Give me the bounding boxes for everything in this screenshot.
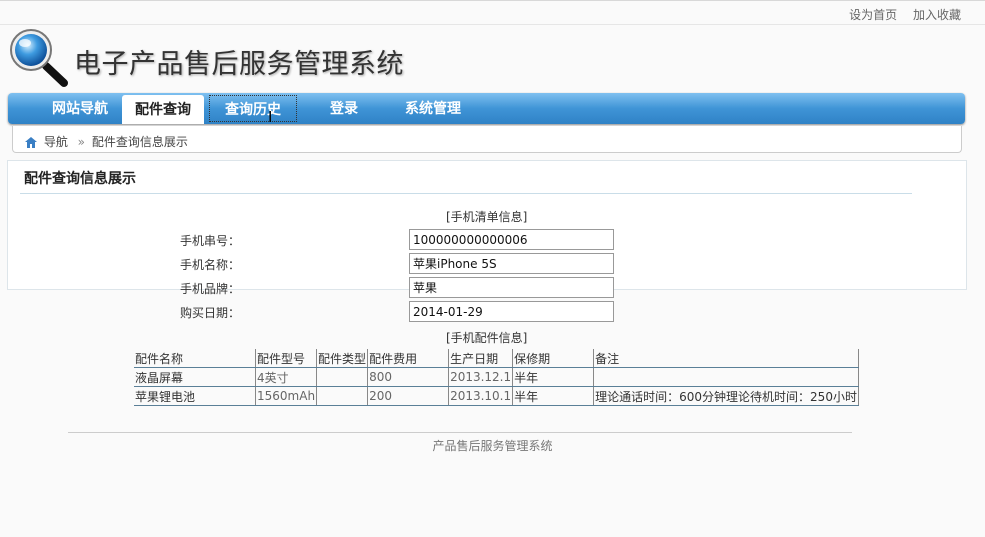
column-header: 备注 [593,349,859,368]
main-nav: 网站导航 配件查询 查询历史 登录 系统管理 [8,93,965,124]
site-title: 电子产品售后服务管理系统 [74,49,404,80]
breadcrumb-separator: » [77,135,86,149]
home-icon[interactable] [25,137,37,151]
table-cell: 半年 [512,386,594,406]
footer-text: 产品售后服务管理系统 [432,439,553,453]
imei-label: 手机串号： [180,234,241,248]
table-cell: 2013.10.1 [448,386,513,406]
nav-parts-query[interactable]: 配件查询 [122,95,204,124]
parts-info-section-title: [手机配件信息] [446,331,528,345]
table-cell: 苹果锂电池 [134,386,256,406]
footer-divider [68,432,852,433]
column-header: 配件型号 [254,349,317,368]
breadcrumb: 导航 » 配件查询信息展示 [12,126,962,153]
table-cell: 1560mAh [254,386,317,406]
column-header: 配件名称 [134,349,256,368]
table-cell: 4英寸 [254,367,317,387]
table-cell: 理论通话时间：600分钟理论待机时间：250小时 [593,386,859,406]
panel-divider [20,193,912,194]
nav-site-navigation[interactable]: 网站导航 [30,93,130,124]
breadcrumb-home[interactable]: 导航 [44,135,68,149]
text-cursor-icon: I [268,108,273,126]
nav-query-history[interactable]: 查询历史 [209,95,297,122]
top-bar: 设为首页 加入收藏 [0,0,985,25]
phone-brand-label: 手机品牌： [180,282,241,296]
table-cell: 液晶屏幕 [134,367,256,387]
table-cell: 200 [367,386,449,406]
phone-name-field[interactable]: 苹果iPhone 5S [409,253,614,274]
parts-table: 配件名称 配件型号 配件类型 配件费用 生产日期 保修期 备注 液晶屏幕 4英寸… [134,349,859,406]
table-cell: 2013.12.1 [448,367,513,387]
nav-system-admin[interactable]: 系统管理 [388,93,478,124]
table-cell: 半年 [512,367,594,387]
table-row: 液晶屏幕 4英寸 800 2013.12.1 半年 [134,367,859,387]
column-header: 配件费用 [367,349,449,368]
purchase-date-field[interactable]: 2014-01-29 [409,301,614,322]
purchase-date-label: 购买日期： [180,306,241,320]
magnifier-logo-icon [8,28,70,88]
breadcrumb-current: 配件查询信息展示 [91,135,188,149]
phone-name-label: 手机名称： [180,258,241,272]
table-cell [593,367,859,387]
table-header-row: 配件名称 配件型号 配件类型 配件费用 生产日期 保修期 备注 [134,349,859,368]
table-cell [316,367,368,387]
nav-login[interactable]: 登录 [316,93,372,124]
phone-brand-field[interactable]: 苹果 [409,277,614,298]
set-home-link[interactable]: 设为首页 [849,8,897,22]
column-header: 配件类型 [316,349,368,368]
add-favorite-link[interactable]: 加入收藏 [913,8,961,22]
imei-field[interactable]: 100000000000006 [409,229,614,250]
table-cell: 800 [367,367,449,387]
column-header: 生产日期 [448,349,513,368]
top-links: 设为首页 加入收藏 [837,6,961,23]
phone-info-section-title: [手机清单信息] [446,210,528,224]
table-row: 苹果锂电池 1560mAh 200 2013.10.1 半年 理论通话时间：60… [134,386,859,406]
table-cell [316,386,368,406]
panel-title: 配件查询信息展示 [24,171,136,187]
column-header: 保修期 [512,349,594,368]
